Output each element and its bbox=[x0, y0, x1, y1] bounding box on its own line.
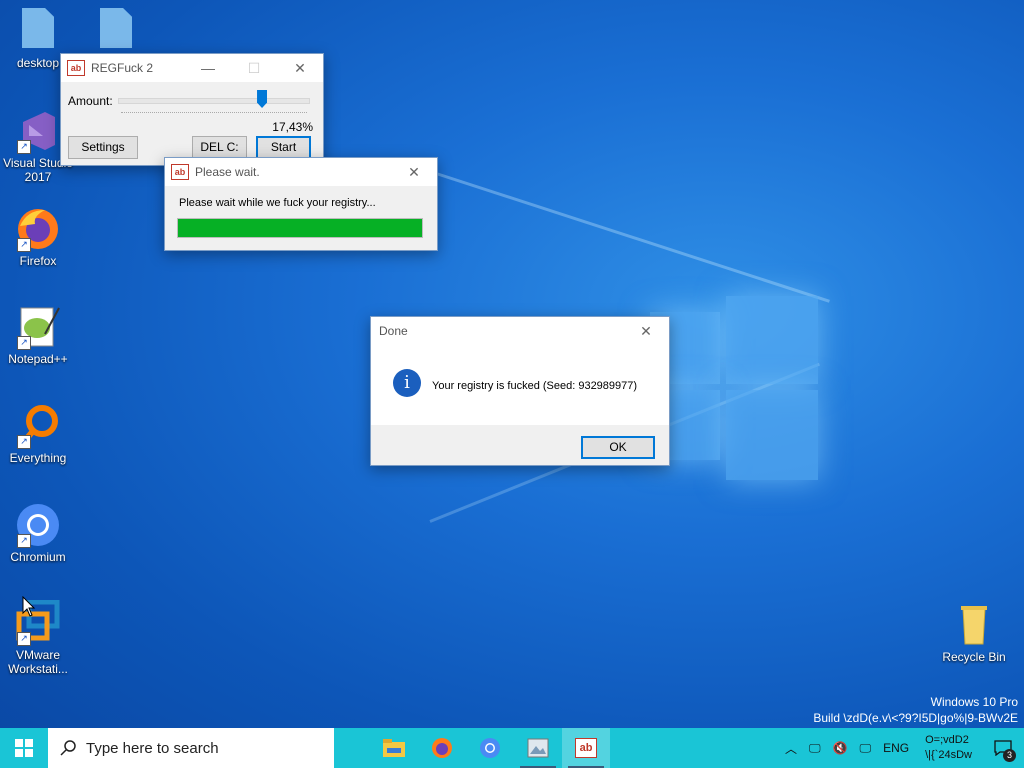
done-dialog[interactable]: Done ✕ i Your registry is fucked (Seed: … bbox=[370, 316, 670, 466]
desktop-icon-label: VMware Workstati... bbox=[8, 648, 68, 676]
desktop-icon-everything[interactable]: ↗ Everything bbox=[0, 403, 76, 465]
amount-label: Amount: bbox=[68, 94, 113, 108]
taskbar-file-explorer[interactable] bbox=[370, 728, 418, 768]
action-icon[interactable]: 🖵 bbox=[860, 741, 872, 756]
watermark-build: Build \zdD(e.v\<?9?I5D|go%|9-BWv2E bbox=[813, 711, 1018, 725]
visual-studio-icon: ↗ bbox=[15, 108, 61, 154]
watermark-edition: Windows 10 Pro bbox=[930, 695, 1018, 709]
del-c-button[interactable]: DEL C: bbox=[192, 136, 247, 159]
notification-count-badge: 3 bbox=[1003, 749, 1016, 762]
clock-line-2: \|{`24sDw bbox=[925, 749, 972, 761]
wallpaper-light-beam bbox=[429, 170, 830, 303]
desktop-icon-firefox[interactable]: ↗ Firefox bbox=[0, 206, 76, 268]
regfuck-titlebar[interactable]: ab REGFuck 2 — ☐ ✕ bbox=[61, 54, 323, 82]
language-indicator[interactable]: ENG bbox=[883, 741, 909, 755]
taskbar: Type here to search ab ︿ 🖵 🔇 🖵 ENG O=;vd… bbox=[0, 728, 1024, 768]
notepadpp-icon: ↗ bbox=[15, 304, 61, 350]
close-button[interactable]: ✕ bbox=[277, 54, 323, 82]
taskbar-image-app[interactable] bbox=[514, 728, 562, 768]
desktop-icon-label: Chromium bbox=[10, 550, 66, 564]
ok-button[interactable]: OK bbox=[581, 436, 655, 459]
settings-button[interactable]: Settings bbox=[68, 136, 138, 159]
firefox-icon bbox=[432, 738, 452, 758]
network-icon[interactable]: 🖵 bbox=[809, 741, 821, 756]
amount-slider[interactable] bbox=[118, 90, 310, 108]
desktop-icon-notepadpp[interactable]: ↗ Notepad++ bbox=[0, 304, 76, 366]
please-wait-titlebar[interactable]: ab Please wait. ✕ bbox=[165, 158, 437, 186]
desktop-icon-label: Recycle Bin bbox=[942, 650, 1006, 664]
regfuck-app-icon: ab bbox=[171, 164, 189, 180]
search-icon bbox=[60, 740, 76, 756]
please-wait-title: Please wait. bbox=[195, 165, 260, 179]
done-message: Your registry is fucked (Seed: 932989977… bbox=[432, 380, 638, 392]
amount-percent: 17,43% bbox=[272, 120, 313, 134]
maximize-button[interactable]: ☐ bbox=[231, 54, 277, 82]
firefox-icon: ↗ bbox=[15, 206, 61, 252]
done-title: Done bbox=[379, 324, 408, 338]
desktop-icon-label: Firefox bbox=[19, 254, 57, 268]
desktop-icon-label: Notepad++ bbox=[8, 352, 68, 366]
image-app-icon bbox=[527, 738, 549, 758]
regfuck-app-icon: ab bbox=[67, 60, 85, 76]
done-titlebar[interactable]: Done ✕ bbox=[371, 317, 669, 345]
clock-line-1: O=;vdD2 bbox=[925, 734, 969, 746]
chromium-icon: ↗ bbox=[15, 502, 61, 548]
taskbar-search-box[interactable]: Type here to search bbox=[48, 728, 334, 768]
close-button[interactable]: ✕ bbox=[623, 317, 669, 345]
please-wait-message: Please wait while we fuck your registry.… bbox=[179, 197, 376, 209]
notification-center-button[interactable]: 3 bbox=[982, 728, 1024, 768]
regfuck-window[interactable]: ab REGFuck 2 — ☐ ✕ Amount: 17,43% Settin… bbox=[60, 53, 324, 166]
windows-start-icon bbox=[15, 739, 33, 757]
amount-slider-thumb[interactable] bbox=[257, 90, 268, 108]
desktop-icon-vmware[interactable]: ↗ VMware Workstati... bbox=[0, 599, 76, 676]
taskbar-chromium[interactable] bbox=[466, 728, 514, 768]
mouse-cursor-icon bbox=[22, 596, 36, 617]
windows-watermark: Windows 10 Pro Build \zdD(e.v\<?9?I5D|go… bbox=[813, 694, 1018, 726]
progress-bar bbox=[177, 218, 423, 238]
amount-slider-ticks bbox=[121, 112, 307, 116]
file-icon bbox=[100, 8, 132, 48]
file-icon bbox=[22, 8, 54, 48]
desktop-icon-chromium[interactable]: ↗ Chromium bbox=[0, 502, 76, 564]
regfuck-icon: ab bbox=[575, 738, 597, 758]
please-wait-dialog[interactable]: ab Please wait. ✕ Please wait while we f… bbox=[164, 157, 438, 251]
close-button[interactable]: ✕ bbox=[391, 158, 437, 186]
volume-muted-icon[interactable]: 🔇 bbox=[833, 741, 848, 755]
search-placeholder: Type here to search bbox=[86, 739, 219, 757]
file-explorer-icon bbox=[383, 739, 405, 757]
taskbar-regfuck[interactable]: ab bbox=[562, 728, 610, 768]
taskbar-firefox[interactable] bbox=[418, 728, 466, 768]
chromium-icon bbox=[480, 738, 500, 758]
info-icon: i bbox=[393, 369, 421, 397]
show-hidden-icons-chevron-icon[interactable]: ︿ bbox=[785, 740, 797, 757]
desktop-icon-file[interactable] bbox=[78, 8, 154, 56]
progress-bar-fill bbox=[178, 219, 422, 237]
minimize-button[interactable]: — bbox=[185, 54, 231, 82]
system-tray: ︿ 🖵 🔇 🖵 ENG O=;vdD2 \|{`24sDw 3 bbox=[779, 728, 1024, 768]
start-button[interactable] bbox=[0, 728, 48, 768]
recycle-bin-icon bbox=[951, 602, 997, 648]
clock[interactable]: O=;vdD2 \|{`24sDw bbox=[925, 733, 972, 763]
everything-search-icon: ↗ bbox=[15, 403, 61, 449]
desktop-icon-label: Everything bbox=[9, 451, 67, 465]
regfuck-title: REGFuck 2 bbox=[91, 61, 154, 75]
desktop-icon-recycle-bin[interactable]: Recycle Bin bbox=[936, 602, 1012, 664]
